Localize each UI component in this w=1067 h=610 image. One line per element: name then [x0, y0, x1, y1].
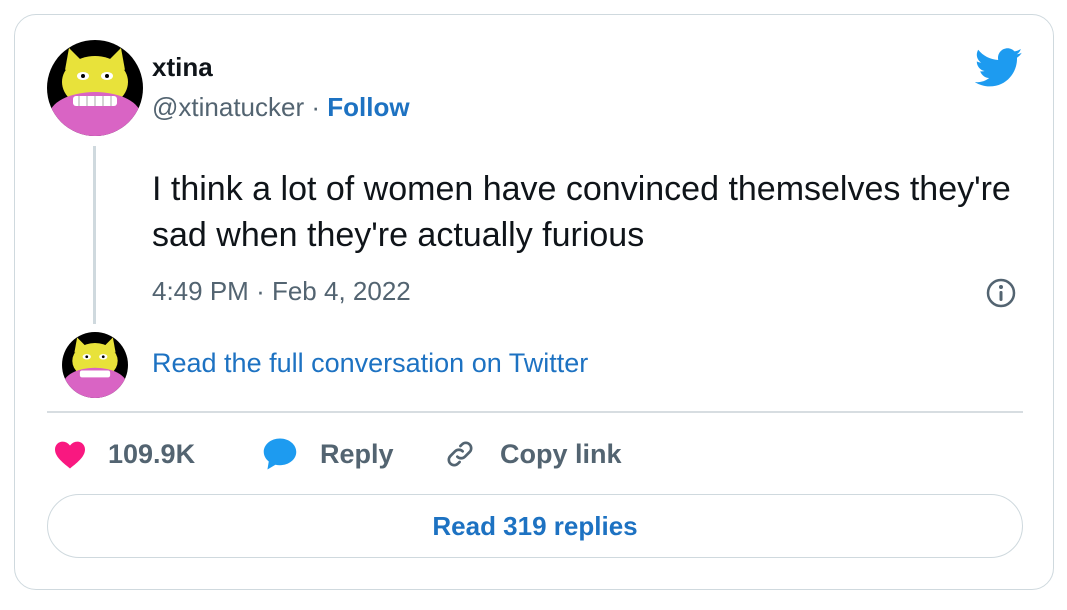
link-icon	[442, 436, 478, 472]
read-full-conversation-link[interactable]: Read the full conversation on Twitter	[152, 348, 588, 379]
reply-label: Reply	[320, 438, 394, 469]
handle-separator: ·	[311, 92, 321, 122]
author-handle[interactable]: @xtinatucker	[152, 92, 304, 122]
conversation-avatar[interactable]	[62, 332, 128, 398]
tweet-text: I think a lot of women have convinced th…	[152, 170, 1011, 254]
like-button[interactable]: 109.9K	[52, 434, 195, 474]
author-avatar[interactable]	[47, 40, 143, 136]
divider	[47, 411, 1023, 413]
read-replies-button[interactable]: Read 319 replies	[47, 494, 1023, 558]
speech-bubble-icon	[262, 436, 298, 472]
read-replies-label: Read 319 replies	[432, 510, 638, 541]
tweet-timestamp[interactable]: 4:49 PM · Feb 4, 2022	[152, 276, 411, 307]
follow-button[interactable]: Follow	[327, 92, 409, 122]
timestamp-separator: ·	[256, 276, 265, 306]
heart-icon	[52, 436, 88, 472]
tweet-date: Feb 4, 2022	[271, 276, 411, 306]
info-icon[interactable]	[985, 277, 1017, 309]
author-name[interactable]: xtina	[152, 52, 213, 83]
handle-row: @xtinatucker · Follow	[152, 92, 410, 123]
reply-button[interactable]: Reply	[262, 434, 394, 474]
twitter-bird-icon[interactable]	[975, 48, 1023, 88]
tweet-time: 4:49 PM	[152, 276, 249, 306]
like-count: 109.9K	[108, 438, 196, 469]
thread-line	[93, 146, 96, 324]
copy-link-button[interactable]: Copy link	[442, 434, 622, 474]
copy-link-label: Copy link	[500, 438, 622, 469]
